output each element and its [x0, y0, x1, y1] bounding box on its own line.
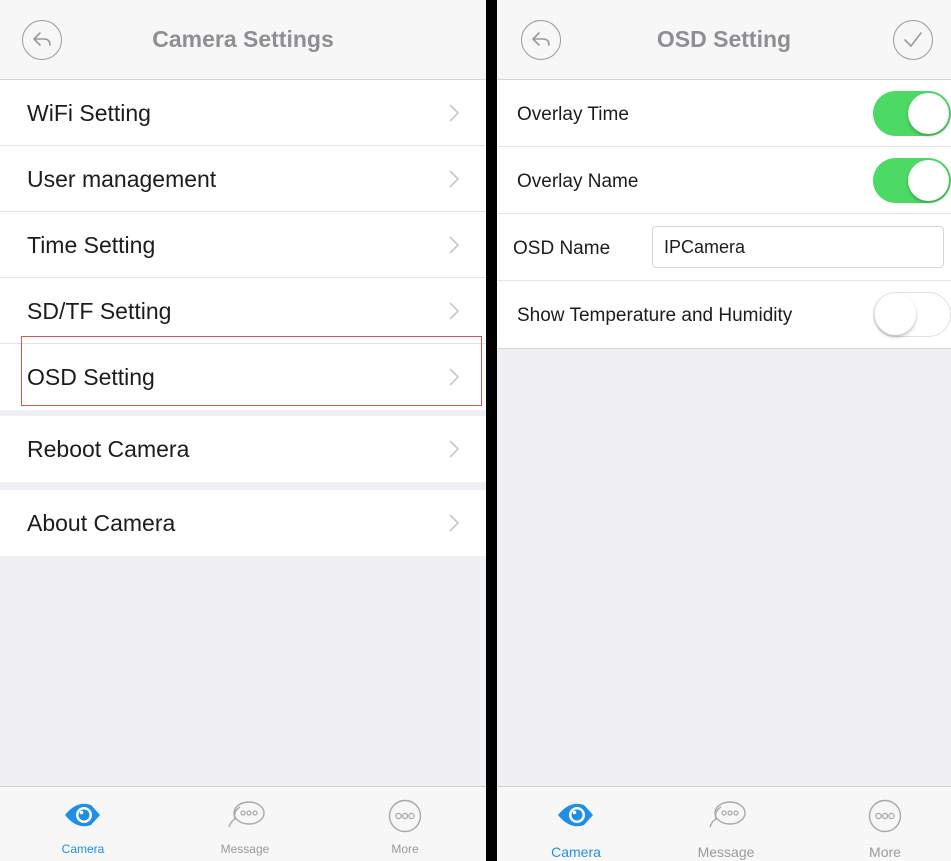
chevron-right-icon — [449, 170, 460, 188]
tab-more[interactable]: More — [365, 787, 445, 861]
overlay-name-toggle[interactable] — [873, 158, 951, 203]
tab-bar: Camera Message More — [0, 786, 486, 861]
overlay-name-row: Overlay Name — [497, 147, 951, 214]
chevron-right-icon — [449, 368, 460, 386]
checkmark-icon — [904, 32, 922, 47]
tab-message[interactable]: Message — [200, 787, 290, 861]
chevron-right-icon — [449, 514, 460, 532]
more-dots-icon — [868, 799, 902, 833]
osd-name-row: OSD Name — [497, 214, 951, 281]
tab-label: Camera — [61, 842, 105, 856]
menu-item-osd-setting[interactable]: OSD Setting — [0, 344, 486, 410]
osd-settings-list: Overlay Time Overlay Name OSD Name Show … — [497, 80, 951, 349]
eye-icon — [65, 803, 100, 827]
tab-label: More — [869, 844, 901, 860]
navigation-bar: Camera Settings — [0, 0, 486, 80]
tab-bar: Camera Message More — [497, 786, 951, 861]
toggle-knob — [875, 294, 916, 335]
panel-divider — [486, 0, 497, 861]
navigation-bar: OSD Setting — [497, 0, 951, 80]
menu-item-sd-tf-setting[interactable]: SD/TF Setting — [0, 278, 486, 344]
chat-bubble-icon — [709, 801, 746, 828]
chevron-right-icon — [449, 440, 460, 458]
menu-item-label: Time Setting — [27, 232, 156, 258]
chevron-right-icon — [449, 236, 460, 254]
tab-camera[interactable]: Camera — [40, 787, 126, 861]
overlay-time-label: Overlay Time — [517, 104, 629, 125]
menu-item-label: OSD Setting — [27, 364, 155, 390]
tab-label: Message — [220, 842, 270, 856]
tab-label: Message — [697, 844, 755, 860]
menu-item-user-management[interactable]: User management — [0, 146, 486, 212]
overlay-time-row: Overlay Time — [497, 80, 951, 147]
menu-item-label: Reboot Camera — [27, 436, 190, 462]
tab-camera[interactable]: Camera — [533, 787, 619, 861]
menu-item-label: SD/TF Setting — [27, 298, 172, 324]
toggle-knob — [908, 93, 949, 134]
overlay-time-toggle[interactable] — [873, 91, 951, 136]
chat-bubble-icon — [228, 801, 265, 828]
settings-menu-group-1: WiFi Setting User management Time Settin… — [0, 80, 486, 410]
settings-menu-group-3: About Camera — [0, 490, 486, 556]
osd-setting-screen: OSD Setting Overlay Time Overlay Name OS… — [497, 0, 951, 861]
overlay-name-label: Overlay Name — [517, 171, 639, 192]
eye-icon — [558, 803, 593, 827]
chevron-right-icon — [449, 302, 460, 320]
show-temperature-humidity-label: Show Temperature and Humidity — [517, 305, 793, 326]
chevron-right-icon — [449, 104, 460, 122]
tab-more[interactable]: More — [845, 787, 925, 861]
toggle-knob — [908, 160, 949, 201]
settings-menu-group-2: Reboot Camera — [0, 416, 486, 482]
tab-message[interactable]: Message — [681, 787, 771, 861]
tab-label: Camera — [551, 844, 601, 860]
menu-item-label: User management — [27, 166, 217, 192]
menu-item-about-camera[interactable]: About Camera — [0, 490, 486, 556]
osd-name-input[interactable] — [652, 226, 944, 268]
camera-settings-screen: Camera Settings WiFi Setting User manage… — [0, 0, 486, 861]
osd-name-label: OSD Name — [513, 238, 611, 259]
confirm-button[interactable] — [893, 20, 933, 60]
menu-item-time-setting[interactable]: Time Setting — [0, 212, 486, 278]
menu-item-wifi-setting[interactable]: WiFi Setting — [0, 80, 486, 146]
show-temperature-humidity-toggle[interactable] — [873, 292, 951, 337]
menu-item-label: WiFi Setting — [27, 100, 151, 126]
more-dots-icon — [388, 799, 422, 833]
menu-item-reboot-camera[interactable]: Reboot Camera — [0, 416, 486, 482]
show-temperature-humidity-row: Show Temperature and Humidity — [497, 281, 951, 348]
tab-label: More — [391, 842, 419, 856]
menu-item-label: About Camera — [27, 510, 176, 536]
page-title: OSD Setting — [656, 26, 792, 52]
page-title: Camera Settings — [152, 26, 334, 52]
